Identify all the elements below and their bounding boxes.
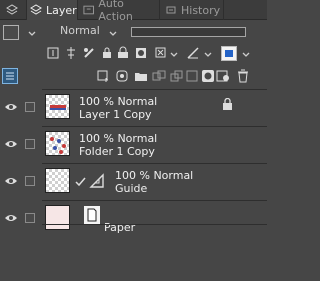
- visibility-eye-icon[interactable]: [4, 139, 18, 149]
- mask-icon[interactable]: [134, 46, 148, 60]
- stroke-blue: [50, 108, 66, 110]
- layer-select-checkbox[interactable]: [25, 213, 35, 223]
- layer-name: Paper: [104, 221, 136, 234]
- layer-name: Guide: [115, 182, 148, 195]
- layer-row[interactable]: 100 % Normal Folder 1 Copy: [0, 127, 267, 163]
- ruler-icon: [89, 173, 104, 188]
- chevron-down-icon[interactable]: [204, 51, 212, 59]
- reference-layer-icon[interactable]: [64, 46, 78, 60]
- apply-mask-icon[interactable]: [216, 69, 230, 83]
- draft-layer-icon[interactable]: [82, 46, 96, 60]
- layer-color-icon[interactable]: [221, 46, 237, 61]
- tab-history[interactable]: History: [162, 0, 224, 20]
- lock-icon[interactable]: [222, 98, 233, 110]
- lock-transparent-pixels-icon[interactable]: [116, 46, 130, 60]
- layer-opacity-mode: 100 % Normal: [115, 169, 194, 182]
- chevron-down-icon[interactable]: [28, 30, 36, 38]
- chevron-down-icon[interactable]: [170, 51, 178, 59]
- layer-label: 100 % Normal Folder 1 Copy: [79, 132, 157, 158]
- clip-to-layer-below-icon[interactable]: [46, 46, 60, 60]
- new-vector-layer-icon[interactable]: [115, 69, 129, 83]
- mask-dropdown-icon[interactable]: [154, 46, 168, 60]
- merge-down-icon[interactable]: [185, 69, 199, 83]
- blend-mode-select[interactable]: Normal: [60, 24, 100, 37]
- layer-select-checkbox[interactable]: [25, 176, 35, 186]
- delete-layer-icon[interactable]: [236, 69, 250, 83]
- layer-select-checkbox[interactable]: [25, 139, 35, 149]
- tab-history-label: History: [181, 3, 221, 17]
- new-folder-icon[interactable]: [134, 69, 148, 83]
- auto-action-icon: [83, 5, 94, 15]
- checkmark-icon: [75, 177, 86, 187]
- layer-label: 100 % Normal Layer 1 Copy: [79, 95, 157, 121]
- paper-icon: [84, 206, 100, 224]
- lock-layer-icon[interactable]: [100, 46, 114, 60]
- create-mask-icon[interactable]: [201, 69, 215, 83]
- layer-select-checkbox[interactable]: [25, 102, 35, 112]
- opacity-slider[interactable]: [131, 27, 246, 37]
- tab-layer[interactable]: Layer: [26, 0, 78, 20]
- layer-color-blue: [225, 50, 233, 57]
- layer-opacity-mode: 100 % Normal: [79, 95, 158, 108]
- blend-mode-chevron-icon[interactable]: [109, 30, 117, 38]
- visibility-eye-icon[interactable]: [4, 176, 18, 186]
- layer-opacity-mode: 100 % Normal: [79, 132, 158, 145]
- new-raster-layer-icon[interactable]: [96, 69, 110, 83]
- ruler-icon[interactable]: [186, 46, 200, 60]
- layer-name: Folder 1 Copy: [79, 145, 155, 158]
- tab-auto-action-label: Auto Action: [98, 0, 133, 23]
- panel-menu-icon[interactable]: [5, 4, 19, 16]
- visibility-eye-icon[interactable]: [4, 213, 18, 223]
- layer-property-toolbar: [0, 43, 267, 63]
- layer-row[interactable]: Paper: [0, 201, 267, 237]
- layer-label: 100 % Normal Guide: [115, 169, 193, 195]
- layer-thumbnail: [45, 168, 70, 193]
- panel-tab-bar: Layer Auto Action History: [0, 0, 267, 23]
- layer-thumbnail: [45, 94, 70, 119]
- tab-layer-label: Layer: [46, 3, 77, 17]
- history-icon: [166, 6, 176, 14]
- tab-auto-action[interactable]: Auto Action: [80, 0, 160, 23]
- visibility-eye-icon[interactable]: [4, 102, 18, 112]
- chevron-down-icon[interactable]: [242, 51, 250, 59]
- paper-thumbnail: [45, 205, 70, 230]
- folder-thumbnail: [45, 131, 70, 156]
- combine-layers-icon[interactable]: [170, 69, 184, 83]
- layer-color-swatch[interactable]: [3, 25, 19, 40]
- layer-action-toolbar: [0, 66, 267, 86]
- layer-row[interactable]: 100 % Normal Layer 1 Copy: [0, 90, 267, 126]
- layer-name: Layer 1 Copy: [79, 108, 152, 121]
- layer-row[interactable]: 100 % Normal Guide: [0, 164, 267, 200]
- transfer-to-layer-below-icon[interactable]: [152, 69, 166, 83]
- layer-stack-icon: [30, 4, 42, 15]
